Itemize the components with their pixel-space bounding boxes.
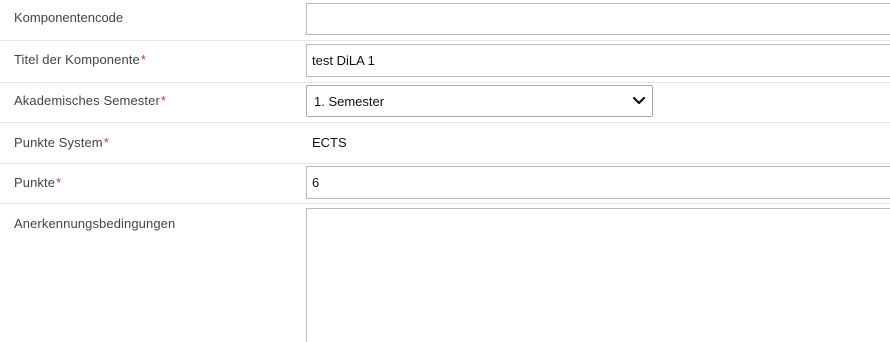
academic-semester-label: Akademisches Semester* xyxy=(14,93,167,108)
academic-semester-selected-value: 1. Semester xyxy=(314,93,385,109)
academic-semester-select[interactable]: 1. Semester xyxy=(306,85,653,117)
component-code-input[interactable] xyxy=(306,3,890,35)
points-system-label: Punkte System* xyxy=(14,135,109,150)
row-divider xyxy=(0,122,890,123)
recognition-conditions-textarea[interactable] xyxy=(306,208,890,342)
component-title-input[interactable]: test DiLA 1 xyxy=(306,44,890,77)
points-input[interactable]: 6 xyxy=(306,166,890,199)
row-divider xyxy=(0,203,890,204)
recognition-conditions-label: Anerkennungsbedingungen xyxy=(14,216,176,231)
required-marker: * xyxy=(56,175,62,190)
required-marker: * xyxy=(160,93,167,108)
row-divider xyxy=(0,163,890,164)
component-form: Komponentencode Titel der Komponente* te… xyxy=(0,0,890,342)
component-title-label: Titel der Komponente* xyxy=(14,52,146,67)
points-label: Punkte* xyxy=(14,175,62,190)
required-marker: * xyxy=(103,135,109,150)
chevron-down-icon xyxy=(632,96,646,105)
required-marker: * xyxy=(140,52,146,67)
row-divider xyxy=(0,40,890,41)
row-divider xyxy=(0,82,890,83)
points-system-input[interactable]: ECTS xyxy=(306,126,890,159)
